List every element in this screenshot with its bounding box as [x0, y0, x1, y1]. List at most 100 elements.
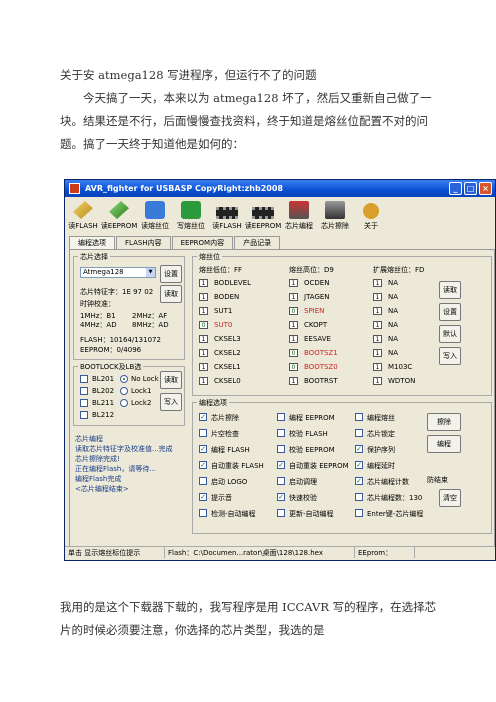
fuse-bit-row[interactable]: 1 SUT1: [199, 307, 232, 315]
fuse-bit-value[interactable]: 1: [199, 363, 208, 371]
program-option-checkbox[interactable]: [277, 429, 285, 437]
fuse-bit-row[interactable]: 1 NA: [373, 349, 398, 357]
fuse-set-button[interactable]: 设置: [439, 303, 461, 321]
fuse-bit-value[interactable]: 1: [199, 349, 208, 357]
fuse-bit-row[interactable]: 1 M103C: [373, 363, 412, 371]
fuse-bit-row[interactable]: 1 EESAVE: [289, 335, 331, 343]
fuse-bit-value[interactable]: 1: [289, 279, 298, 287]
fuse-bit-value[interactable]: 0: [199, 321, 208, 329]
fuse-bit-value[interactable]: 1: [373, 321, 382, 329]
read-fuse-button[interactable]: 读熔丝位: [137, 197, 173, 233]
clear-button[interactable]: 清空: [439, 489, 461, 507]
fuse-bit-row[interactable]: 1 BODLEVEL: [199, 279, 251, 287]
program-option-checkbox[interactable]: ✓: [355, 445, 363, 453]
read-flash-chip-button[interactable]: 读FLASH: [209, 197, 245, 233]
program-button[interactable]: 编程: [427, 435, 461, 453]
bootlock-checkbox[interactable]: [80, 387, 88, 395]
read-eeprom-chip-button[interactable]: 读EEPROM: [245, 197, 281, 233]
program-option-checkbox[interactable]: [355, 493, 363, 501]
program-option-checkbox[interactable]: ✓: [199, 445, 207, 453]
maximize-button[interactable]: □: [464, 182, 477, 195]
minimize-button[interactable]: _: [449, 182, 462, 195]
fuse-bit-value[interactable]: 1: [373, 377, 382, 385]
chip-type-select[interactable]: Atmega128: [80, 267, 156, 278]
tab-eeprom-content[interactable]: EEPROM内容: [171, 236, 234, 249]
fuse-bit-value[interactable]: 1: [199, 377, 208, 385]
fuse-bit-row[interactable]: 1 WDTON: [373, 377, 415, 385]
program-option-checkbox[interactable]: ✓: [199, 493, 207, 501]
read-flash-button[interactable]: 读FLASH: [65, 197, 101, 233]
bootlock-checkbox[interactable]: [80, 411, 88, 419]
fuse-bit-value[interactable]: 1: [289, 377, 298, 385]
fuse-bit-value[interactable]: 1: [289, 335, 298, 343]
fuse-bit-value[interactable]: 1: [199, 293, 208, 301]
tab-program-options[interactable]: 编程选项: [69, 236, 115, 249]
fuse-bit-row[interactable]: 1 CKSEL2: [199, 349, 241, 357]
fuse-bit-row[interactable]: 1 CKSEL1: [199, 363, 241, 371]
program-option-checkbox[interactable]: [199, 429, 207, 437]
fuse-bit-row[interactable]: 1 NA: [373, 279, 398, 287]
fuse-bit-value[interactable]: 0: [289, 349, 298, 357]
erase-chip-button[interactable]: 芯片擦除: [317, 197, 353, 233]
fuse-bit-row[interactable]: 1 NA: [373, 293, 398, 301]
program-option-checkbox[interactable]: [277, 413, 285, 421]
program-option-checkbox[interactable]: [199, 509, 207, 517]
fuse-write-button[interactable]: 写入: [439, 347, 461, 365]
program-option-checkbox[interactable]: ✓: [199, 413, 207, 421]
erase-button[interactable]: 擦除: [427, 413, 461, 431]
program-option-checkbox[interactable]: [355, 509, 363, 517]
fuse-bit-row[interactable]: 0 BOOTSZ1: [289, 349, 338, 357]
fuse-bit-value[interactable]: 1: [373, 293, 382, 301]
fuse-bit-value[interactable]: 0: [289, 363, 298, 371]
fuse-bit-row[interactable]: 1 JTAGEN: [289, 293, 330, 301]
program-option-checkbox[interactable]: [277, 445, 285, 453]
program-option-checkbox[interactable]: [277, 509, 285, 517]
fuse-bit-row[interactable]: 1 OCDEN: [289, 279, 329, 287]
program-option-checkbox[interactable]: ✓: [199, 461, 207, 469]
program-chip-button[interactable]: 芯片编程: [281, 197, 317, 233]
fuse-bit-value[interactable]: 1: [199, 335, 208, 343]
fuse-bit-value[interactable]: 1: [373, 363, 382, 371]
fuse-bit-row[interactable]: 1 BOOTRST: [289, 377, 338, 385]
fuse-bit-value[interactable]: 1: [373, 307, 382, 315]
lock-radio-lock2[interactable]: [120, 399, 128, 407]
fuse-bit-row[interactable]: 0 SUT0: [199, 321, 232, 329]
program-option-checkbox[interactable]: ✓: [277, 461, 285, 469]
lock-read-button[interactable]: 读取: [160, 371, 182, 389]
fuse-bit-row[interactable]: 1 CKOPT: [289, 321, 327, 329]
lock-radio-lock1[interactable]: [120, 387, 128, 395]
fuse-bit-value[interactable]: 0: [289, 307, 298, 315]
fuse-default-button[interactable]: 默认: [439, 325, 461, 343]
fuse-bit-row[interactable]: 1 NA: [373, 335, 398, 343]
fuse-bit-value[interactable]: 1: [373, 349, 382, 357]
fuse-bit-value[interactable]: 1: [199, 307, 208, 315]
lock-radio-nolock[interactable]: [120, 375, 128, 383]
fuse-bit-value[interactable]: 1: [289, 293, 298, 301]
write-fuse-button[interactable]: 写熔丝位: [173, 197, 209, 233]
about-button[interactable]: 关于: [353, 197, 389, 233]
chip-set-button[interactable]: 设置: [160, 265, 182, 283]
bootlock-checkbox[interactable]: [80, 375, 88, 383]
program-option-checkbox[interactable]: ✓: [355, 461, 363, 469]
fuse-bit-row[interactable]: 1 CKSEL3: [199, 335, 241, 343]
fuse-bit-row[interactable]: 1 NA: [373, 307, 398, 315]
fuse-bit-row[interactable]: 0 BOOTSZ0: [289, 363, 338, 371]
fuse-bit-value[interactable]: 1: [289, 321, 298, 329]
close-button[interactable]: ×: [479, 182, 492, 195]
program-option-checkbox[interactable]: [355, 429, 363, 437]
lock-write-button[interactable]: 写入: [160, 393, 182, 411]
tab-product-log[interactable]: 产品记录: [234, 236, 281, 249]
fuse-bit-row[interactable]: 1 CKSEL0: [199, 377, 241, 385]
program-option-checkbox[interactable]: [277, 477, 285, 485]
fuse-read-button[interactable]: 读取: [439, 281, 461, 299]
chip-read-button[interactable]: 读取: [160, 285, 182, 303]
fuse-bit-row[interactable]: 1 NA: [373, 321, 398, 329]
program-option-checkbox[interactable]: ✓: [355, 477, 363, 485]
fuse-bit-value[interactable]: 1: [199, 279, 208, 287]
bootlock-checkbox[interactable]: [80, 399, 88, 407]
fuse-bit-value[interactable]: 1: [373, 335, 382, 343]
program-option-checkbox[interactable]: ✓: [277, 493, 285, 501]
program-option-checkbox[interactable]: [199, 477, 207, 485]
tab-flash-content[interactable]: FLASH内容: [116, 236, 171, 249]
fuse-bit-row[interactable]: 0 SPIEN: [289, 307, 324, 315]
